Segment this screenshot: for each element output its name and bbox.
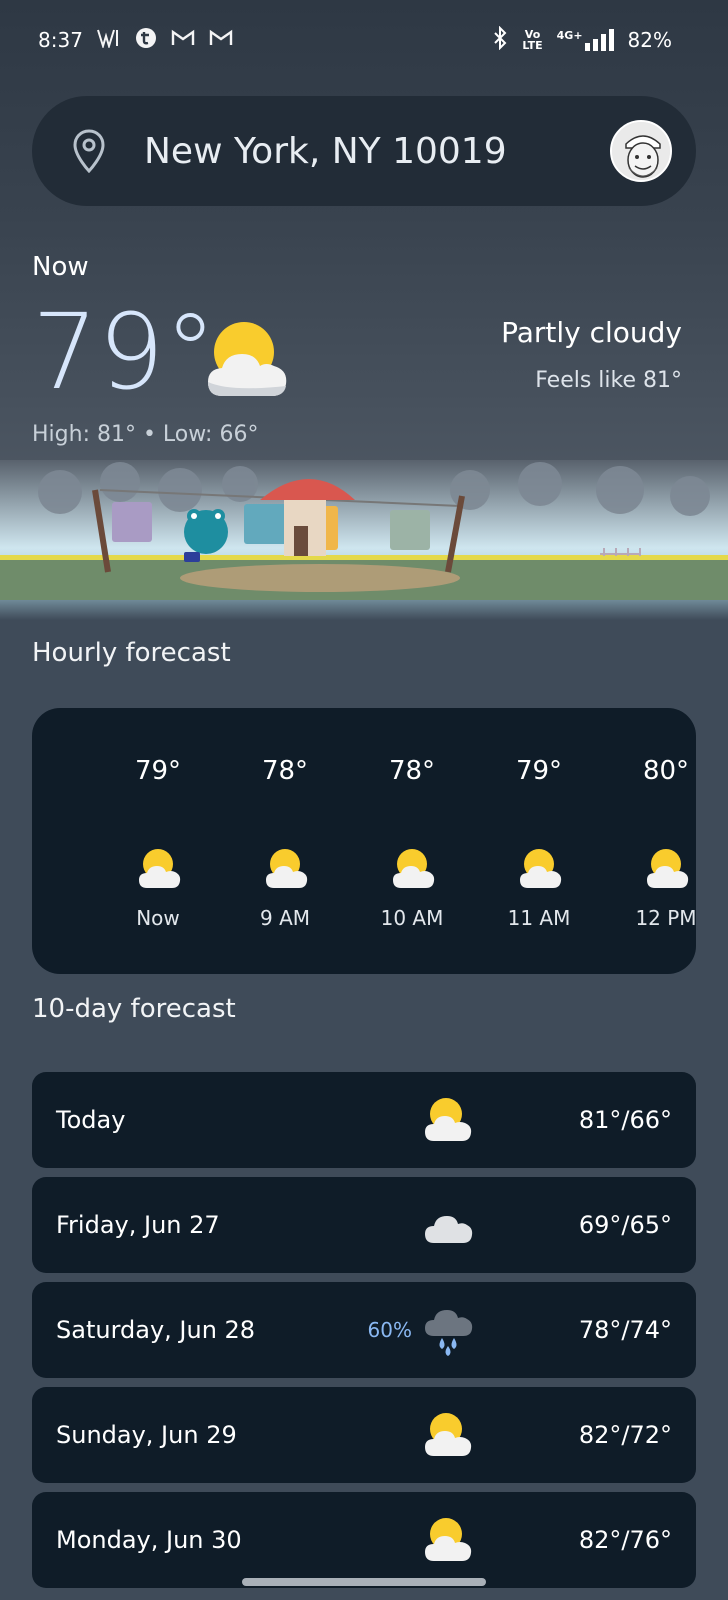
hourly-time: 11 AM — [507, 906, 571, 930]
battery-level: 82% — [627, 28, 672, 52]
daily-row[interactable]: Friday, Jun 27 69°/65° — [32, 1177, 696, 1273]
daily-row[interactable]: Saturday, Jun 28 60% 78°/74° — [32, 1282, 696, 1378]
hourly-item[interactable]: 78° 10 AM — [362, 708, 462, 974]
hourly-time: 10 AM — [380, 906, 444, 930]
hourly-temp: 79° — [134, 756, 182, 786]
hourly-temp: 80° — [642, 756, 690, 786]
rain-icon — [425, 1310, 473, 1356]
daily-row-today[interactable]: Today 81°/66° — [32, 1072, 696, 1168]
partly-cloudy-icon — [393, 849, 435, 888]
day-name: Friday, Jun 27 — [56, 1211, 220, 1239]
status-time: 8:37 — [38, 28, 83, 52]
day-temps: 78°/74° — [578, 1316, 672, 1344]
bluetooth-icon — [492, 25, 508, 55]
daily-row[interactable]: Monday, Jun 30 82°/76° — [32, 1492, 696, 1588]
day-temps: 69°/65° — [578, 1211, 672, 1239]
status-left: 8:37 — [38, 27, 233, 54]
hourly-item[interactable]: 79° 11 AM — [489, 708, 589, 974]
day-temps: 82°/72° — [578, 1421, 672, 1449]
avatar[interactable] — [610, 120, 672, 182]
now-label: Now — [32, 252, 89, 282]
partly-cloudy-icon — [425, 1518, 472, 1561]
partly-cloudy-icon — [208, 322, 287, 396]
weather-scene-illustration — [0, 460, 728, 620]
partly-cloudy-icon — [647, 849, 689, 888]
signal-icon — [584, 29, 614, 51]
cloudy-icon — [425, 1216, 473, 1243]
status-right: Vo LTE 4G+ 82% — [492, 25, 672, 55]
day-temps: 82°/76° — [578, 1526, 672, 1554]
location-text[interactable]: New York, NY 10019 — [144, 131, 610, 172]
day-name: Sunday, Jun 29 — [56, 1421, 237, 1449]
hourly-item[interactable]: 80° 12 PM — [616, 708, 716, 974]
high-low-text: High: 81° • Low: 66° — [32, 422, 259, 447]
daily-forecast-title: 10-day forecast — [32, 994, 236, 1024]
day-temps: 81°/66° — [578, 1106, 672, 1134]
4g-icon: 4G+ — [557, 29, 614, 51]
partly-cloudy-icon — [266, 849, 308, 888]
current-temperature: 79° — [32, 291, 217, 413]
hourly-time: 12 PM — [635, 906, 697, 930]
partly-cloudy-icon — [139, 849, 181, 888]
partly-cloudy-icon — [520, 849, 562, 888]
t-app-icon — [135, 27, 157, 54]
hourly-forecast-title: Hourly forecast — [32, 638, 231, 668]
day-name: Monday, Jun 30 — [56, 1526, 242, 1554]
hourly-temp: 79° — [515, 756, 563, 786]
volte-icon: Vo LTE — [522, 28, 543, 52]
hourly-forecast-card[interactable]: 79° Now 78° 9 AM 78° 10 AM 79° 11 AM 80°… — [32, 708, 697, 974]
partly-cloudy-icon — [425, 1098, 472, 1141]
hourly-temp: 78° — [388, 756, 436, 786]
precip-chance: 60% — [367, 1318, 412, 1342]
home-indicator[interactable] — [242, 1578, 486, 1586]
day-name: Today — [56, 1106, 126, 1134]
hourly-item[interactable]: 78° 9 AM — [235, 708, 335, 974]
daily-row[interactable]: Sunday, Jun 29 82°/72° — [32, 1387, 696, 1483]
condition-text: Partly cloudy — [501, 316, 682, 349]
location-pin-icon — [73, 129, 105, 173]
hourly-time: Now — [136, 906, 180, 930]
partly-cloudy-icon — [425, 1413, 472, 1456]
w-app-icon — [96, 28, 121, 53]
gmail-icon — [209, 29, 233, 52]
network-label: 4G+ — [556, 29, 583, 42]
gmail-icon — [171, 29, 195, 52]
hourly-time: 9 AM — [259, 906, 311, 930]
hourly-item[interactable]: 79° Now — [108, 708, 208, 974]
status-bar: 8:37 Vo LTE 4G+ 82% — [0, 0, 728, 80]
feels-like-text: Feels like 81° — [535, 368, 682, 393]
hourly-temp: 78° — [261, 756, 309, 786]
day-name: Saturday, Jun 28 — [56, 1316, 256, 1344]
location-search-bar[interactable]: New York, NY 10019 — [32, 96, 696, 206]
